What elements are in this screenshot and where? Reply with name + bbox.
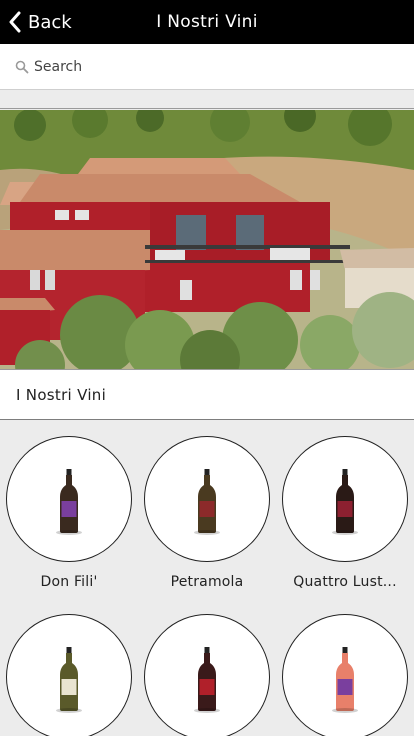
wine-thumbnail (144, 614, 270, 736)
section-header: I Nostri Vini (0, 369, 414, 420)
navigation-bar: Back I Nostri Vini (0, 0, 414, 44)
back-label: Back (28, 11, 72, 33)
wine-item[interactable]: Quattro Lust... (282, 436, 408, 590)
wine-name: Don Fili' (40, 574, 98, 590)
search-input[interactable] (34, 58, 374, 75)
section-title: I Nostri Vini (16, 386, 107, 404)
wine-thumbnail (282, 614, 408, 736)
wine-item[interactable] (144, 614, 270, 736)
wine-thumbnail (6, 614, 132, 736)
wine-bottle-icon (336, 469, 354, 533)
wine-thumbnail (144, 436, 270, 562)
wine-thumbnail (6, 436, 132, 562)
wine-item[interactable] (282, 614, 408, 736)
wine-bottle-icon (60, 469, 78, 533)
wine-name: Quattro Lust... (293, 574, 397, 590)
winery-photo (0, 110, 414, 369)
wine-bottle-icon (198, 647, 216, 711)
wine-thumbnail (282, 436, 408, 562)
wine-name: Petramola (170, 574, 244, 590)
search-bar (0, 44, 414, 90)
chevron-left-icon (9, 11, 21, 33)
divider (0, 90, 414, 109)
back-button[interactable]: Back (8, 0, 72, 44)
wine-item[interactable]: Petramola (144, 436, 270, 590)
wine-grid: Don Fili' Petramola Quattro Lust... (0, 421, 414, 736)
wine-item[interactable]: Don Fili' (6, 436, 132, 590)
wine-item[interactable] (6, 614, 132, 736)
wine-bottle-icon (60, 647, 78, 711)
search-icon (15, 60, 29, 73)
wine-bottle-icon (336, 647, 354, 711)
wine-bottle-icon (198, 469, 216, 533)
